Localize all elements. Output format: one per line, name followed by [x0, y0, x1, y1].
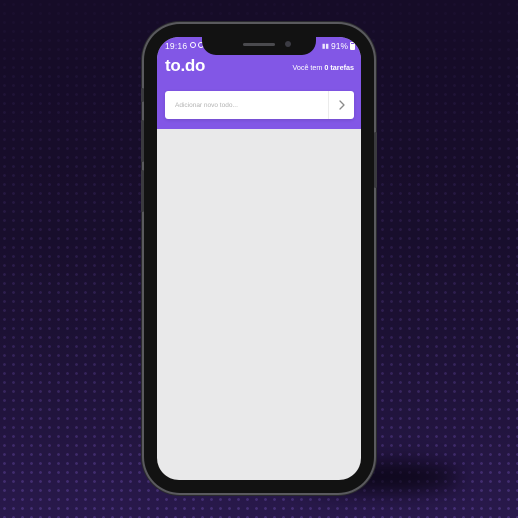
task-count-prefix: Você tem — [292, 63, 323, 72]
phone-volume-down-button — [141, 170, 144, 212]
battery-level: 91% — [330, 41, 348, 51]
spotify-icon — [190, 42, 196, 48]
speaker-grille — [243, 43, 275, 46]
battery-icon — [350, 42, 355, 50]
app-logo: to.do — [165, 56, 206, 75]
new-todo-input[interactable] — [165, 91, 328, 119]
phone-notch — [202, 37, 316, 55]
phone-screen: 19:16 ▮▮ 91% to.do Você tem 0 tarefas — [157, 37, 361, 480]
phone-volume-button — [141, 88, 144, 102]
phone-power-button — [374, 132, 377, 188]
status-time: 19:16 — [165, 41, 188, 51]
status-indicators: ▮▮ 91% — [322, 41, 355, 51]
task-count-value: 0 tarefas — [324, 63, 354, 72]
chevron-right-icon — [338, 100, 345, 110]
phone-volume-up-button — [141, 120, 144, 162]
add-todo-button[interactable] — [328, 91, 354, 119]
front-camera — [285, 41, 291, 47]
app-header: 19:16 ▮▮ 91% to.do Você tem 0 tarefas — [157, 37, 361, 129]
new-todo-form — [165, 91, 354, 119]
signal-icon: ▮▮ — [321, 43, 329, 50]
todo-list — [157, 129, 361, 480]
phone-mockup: 19:16 ▮▮ 91% to.do Você tem 0 tarefas — [141, 24, 377, 493]
task-count: Você tem 0 tarefas — [292, 63, 354, 72]
